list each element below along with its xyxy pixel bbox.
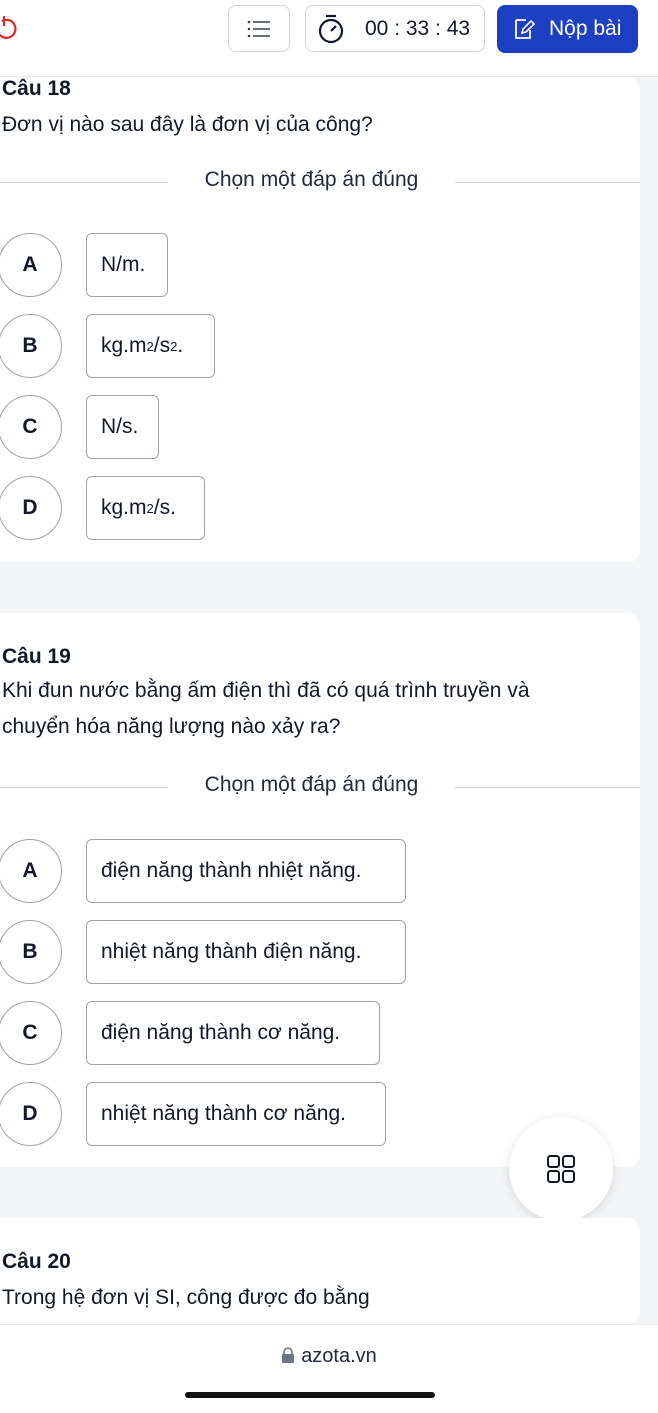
choose-label: Chọn một đáp án đúng	[204, 773, 419, 796]
option-d[interactable]: kg.m 2/s.	[86, 476, 205, 540]
question-text-line-1: Khi đun nước bằng ấm điện thì đã có quá …	[2, 679, 530, 702]
browser-bottom-bar: azota.vn	[0, 1324, 658, 1413]
option-d[interactable]: nhiệt năng thành cơ năng.	[86, 1082, 386, 1146]
choose-divider: Chọn một đáp án đúng	[0, 773, 640, 796]
address-bar[interactable]: azota.vn	[0, 1345, 658, 1368]
option-letter-d[interactable]: D	[0, 476, 62, 540]
lock-icon	[282, 1347, 295, 1363]
choose-divider: Chọn một đáp án đúng	[0, 168, 640, 191]
question-card-20: Câu 20 Trong hệ đơn vị SI, công được đo …	[0, 1218, 640, 1324]
list-icon	[247, 20, 270, 37]
question-grid-button[interactable]	[509, 1117, 613, 1221]
timer-value: 00 : 33 : 43	[365, 16, 471, 40]
question-list-button[interactable]	[228, 5, 290, 52]
option-a[interactable]: N/m.	[86, 233, 168, 297]
question-text: Trong hệ đơn vị SI, công được đo bằng	[2, 1286, 370, 1309]
grid-icon	[547, 1155, 575, 1183]
question-text-line-2: chuyển hóa năng lượng nào xảy ra?	[2, 715, 341, 738]
option-letter-c[interactable]: C	[0, 1001, 62, 1065]
submit-label: Nộp bài	[549, 17, 622, 40]
url-text: azota.vn	[301, 1345, 377, 1367]
power-icon[interactable]	[0, 14, 24, 42]
option-c[interactable]: N/s.	[86, 395, 159, 459]
edit-icon	[515, 19, 535, 39]
option-a[interactable]: điện năng thành nhiệt năng.	[86, 839, 406, 903]
question-card-19: Câu 19 Khi đun nước bằng ấm điện thì đã …	[0, 613, 640, 1167]
countdown-timer: 00 : 33 : 43	[305, 5, 485, 52]
option-b[interactable]: kg.m 2/s 2.	[86, 314, 215, 378]
home-indicator[interactable]	[185, 1392, 435, 1398]
option-letter-c[interactable]: C	[0, 395, 62, 459]
option-c[interactable]: điện năng thành cơ năng.	[86, 1001, 380, 1065]
option-b[interactable]: nhiệt năng thành điện năng.	[86, 920, 406, 984]
top-bar: 00 : 33 : 43 Nộp bài	[0, 0, 658, 77]
option-letter-d[interactable]: D	[0, 1082, 62, 1146]
question-title: Câu 18	[2, 77, 71, 100]
submit-button[interactable]: Nộp bài	[497, 5, 638, 53]
choose-label: Chọn một đáp án đúng	[204, 168, 419, 191]
question-title: Câu 19	[2, 645, 71, 668]
question-card-18: Câu 18 Đơn vị nào sau đây là đơn vị của …	[0, 77, 640, 562]
stopwatch-icon	[318, 14, 344, 43]
option-letter-a[interactable]: A	[0, 839, 62, 903]
question-title: Câu 20	[2, 1250, 71, 1273]
option-letter-b[interactable]: B	[0, 920, 62, 984]
option-letter-a[interactable]: A	[0, 233, 62, 297]
question-text: Đơn vị nào sau đây là đơn vị của công?	[2, 113, 373, 136]
option-letter-b[interactable]: B	[0, 314, 62, 378]
